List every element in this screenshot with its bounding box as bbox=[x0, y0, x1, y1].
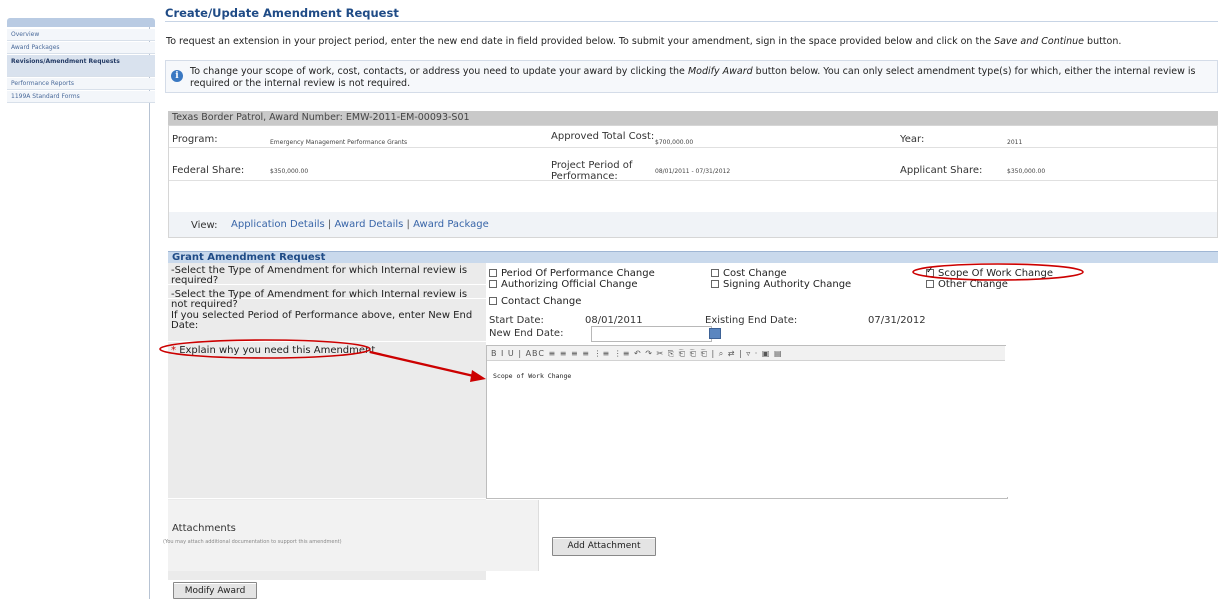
annotation-ellipse-explain bbox=[159, 339, 371, 359]
annotation-arrow-head bbox=[470, 370, 486, 382]
annotation-overlay bbox=[159, 263, 1084, 382]
annotation-arrow-line bbox=[369, 350, 479, 379]
annotation-ellipse-scope bbox=[912, 263, 1084, 281]
